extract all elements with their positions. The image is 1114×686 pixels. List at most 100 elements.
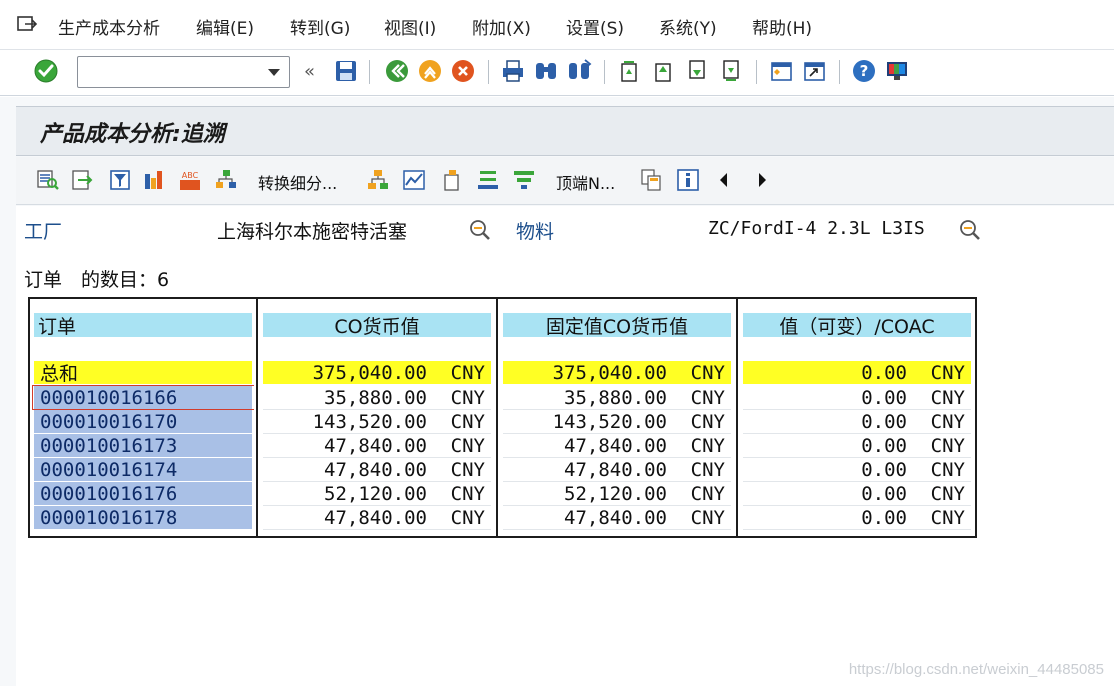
total-fixed-value[interactable]: 375,040.00 CNY: [503, 361, 731, 384]
menu-item-help[interactable]: 帮助(H): [752, 14, 812, 39]
currency: CNY: [930, 386, 965, 409]
co-value-cell[interactable]: 52,120.00 CNY: [263, 482, 491, 505]
amount: 47,840.00: [564, 434, 667, 457]
layout-icon[interactable]: [640, 168, 664, 192]
fixed-value-cell[interactable]: 47,840.00 CNY: [503, 458, 731, 481]
menu-item-goto[interactable]: 转到(G): [290, 14, 350, 39]
co-value-cell[interactable]: 47,840.00 CNY: [263, 458, 491, 481]
enter-check-icon[interactable]: [33, 58, 59, 84]
order-number: 000010016178: [40, 506, 178, 529]
find-icon[interactable]: [533, 58, 559, 84]
export-icon[interactable]: [70, 168, 94, 192]
detail-icon[interactable]: [36, 168, 60, 192]
column-header-co-value[interactable]: CO货币值: [263, 313, 491, 338]
variable-value-cell[interactable]: 0.00 CNY: [743, 410, 971, 433]
shortcut-icon[interactable]: [801, 58, 827, 84]
toolbar-separator: [369, 60, 370, 84]
collapse-icon[interactable]: «: [304, 61, 315, 82]
menu-item-settings[interactable]: 设置(S): [566, 14, 624, 39]
command-field[interactable]: [77, 56, 290, 88]
variable-value-cell[interactable]: 0.00 CNY: [743, 386, 971, 409]
row-divider: [503, 529, 731, 530]
fixed-value-cell[interactable]: 47,840.00 CNY: [503, 506, 731, 529]
chevron-down-icon[interactable]: [268, 69, 280, 76]
currency: CNY: [690, 386, 725, 409]
total-variable-value[interactable]: 0.00 CNY: [743, 361, 971, 384]
amount: 0.00: [861, 482, 907, 505]
cancel-icon[interactable]: [450, 58, 476, 84]
order-number-cell[interactable]: 000010016170: [34, 410, 252, 433]
co-value-cell[interactable]: 143,520.00 CNY: [263, 410, 491, 433]
abc-analysis-icon[interactable]: ABC: [178, 168, 202, 192]
material-value: ZC/FordI-4 2.3L L3IS: [708, 218, 925, 239]
menu-item-extras[interactable]: 附加(X): [472, 14, 531, 39]
hierarchy-icon[interactable]: [214, 168, 238, 192]
co-value-cell[interactable]: 47,840.00 CNY: [263, 434, 491, 457]
help-icon[interactable]: ?: [851, 58, 877, 84]
back-icon[interactable]: [384, 58, 410, 84]
order-number-cell[interactable]: 000010016174: [34, 458, 252, 481]
plant-detail-icon[interactable]: [468, 218, 492, 242]
fixed-value-cell[interactable]: 52,120.00 CNY: [503, 482, 731, 505]
filter-icon[interactable]: [108, 168, 132, 192]
menu-item-cost-analysis[interactable]: 生产成本分析: [58, 14, 160, 39]
variable-value-cell[interactable]: 0.00 CNY: [743, 458, 971, 481]
variable-value-cell[interactable]: 0.00 CNY: [743, 434, 971, 457]
print-icon[interactable]: [500, 58, 526, 84]
fixed-value-cell[interactable]: 47,840.00 CNY: [503, 434, 731, 457]
total-co-currency: CNY: [450, 361, 485, 384]
total-variable-currency: CNY: [930, 361, 965, 384]
next-arrow-icon[interactable]: [750, 168, 774, 192]
copy-icon[interactable]: [440, 168, 464, 192]
material-detail-icon[interactable]: [958, 218, 982, 242]
top-n-button[interactable]: 顶端N...: [556, 170, 615, 194]
total-co-value[interactable]: 375,040.00 CNY: [263, 361, 491, 384]
column-header-fixed-value[interactable]: 固定值CO货币值: [503, 313, 731, 338]
find-next-icon[interactable]: [566, 58, 592, 84]
order-number-cell[interactable]: 000010016178: [34, 506, 252, 529]
order-number-cell[interactable]: 000010016173: [34, 434, 252, 457]
currency: CNY: [930, 410, 965, 433]
order-number-cell[interactable]: 000010016176: [34, 482, 252, 505]
order-number: 000010016174: [40, 458, 178, 481]
menu-item-view[interactable]: 视图(I): [384, 14, 436, 39]
previous-arrow-icon[interactable]: [712, 168, 736, 192]
menu-item-system[interactable]: 系统(Y): [659, 14, 717, 39]
first-page-icon[interactable]: [616, 58, 642, 84]
total-icon[interactable]: [476, 168, 500, 192]
exit-icon[interactable]: [417, 58, 443, 84]
toolbar-separator: [488, 60, 489, 84]
next-page-icon[interactable]: [684, 58, 710, 84]
total-row-label: 总和: [34, 361, 252, 385]
switch-detail-button[interactable]: 转换细分...: [258, 170, 337, 194]
amount: 35,880.00: [324, 386, 427, 409]
fixed-value-cell[interactable]: 143,520.00 CNY: [503, 410, 731, 433]
info-icon[interactable]: [676, 168, 700, 192]
save-icon[interactable]: [333, 58, 359, 84]
customize-layout-icon[interactable]: [884, 58, 910, 84]
column-divider: [256, 297, 258, 538]
variable-value-cell[interactable]: 0.00 CNY: [743, 506, 971, 529]
variable-value-cell[interactable]: 0.00 CNY: [743, 482, 971, 505]
co-value-cell[interactable]: 47,840.00 CNY: [263, 506, 491, 529]
last-page-icon[interactable]: [718, 58, 744, 84]
sap-menu-icon[interactable]: [16, 14, 38, 34]
currency: CNY: [450, 458, 485, 481]
previous-page-icon[interactable]: [650, 58, 676, 84]
line-chart-icon[interactable]: [402, 168, 426, 192]
amount: 47,840.00: [324, 434, 427, 457]
column-header-order[interactable]: 订单: [34, 313, 252, 338]
column-header-variable-value[interactable]: 值（可变）/COAC: [743, 313, 971, 338]
amount: 47,840.00: [564, 506, 667, 529]
menu-item-edit[interactable]: 编辑(E): [196, 14, 254, 39]
amount: 143,520.00: [552, 410, 667, 433]
amount: 47,840.00: [564, 458, 667, 481]
sort-icon[interactable]: [512, 168, 536, 192]
fixed-value-cell[interactable]: 35,880.00 CNY: [503, 386, 731, 409]
create-session-icon[interactable]: [768, 58, 794, 84]
total-fixed-currency: CNY: [690, 361, 725, 384]
currency: CNY: [930, 434, 965, 457]
bar-chart-icon[interactable]: [142, 168, 166, 192]
co-value-cell[interactable]: 35,880.00 CNY: [263, 386, 491, 409]
structure-icon[interactable]: [366, 168, 390, 192]
